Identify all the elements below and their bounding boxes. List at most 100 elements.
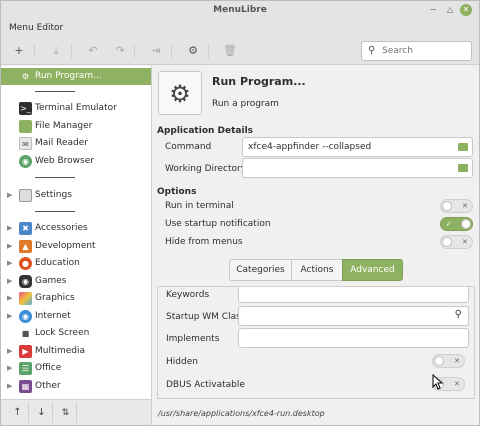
hidden-label: Hidden — [166, 357, 198, 367]
sidebar-item-accessories[interactable]: ▶ ✖ Accessories — [1, 220, 151, 237]
sidebar-item-terminal-emulator[interactable]: >_ Terminal Emulator — [1, 100, 151, 117]
sidebar-item-internet[interactable]: ▶ ◉ Internet — [1, 308, 151, 325]
terminal-icon: >_ — [19, 102, 32, 115]
startup-wm-class-field[interactable]: ⚲ — [238, 306, 469, 326]
editor-pane: ⚙ Run Program... Run a program Applicati… — [153, 66, 479, 425]
expander-icon[interactable]: ▶ — [7, 273, 12, 290]
expander-icon[interactable]: ▶ — [7, 290, 12, 307]
sidebar-item-label: Run Program... — [35, 71, 102, 81]
sidebar-item-other[interactable]: ▶ ▦ Other — [1, 378, 151, 395]
dbus-activatable-label: DBUS Activatable — [166, 380, 245, 390]
toolbar-separator — [171, 44, 172, 58]
sidebar-item-graphics[interactable]: ▶ Graphics — [1, 290, 151, 307]
sidebar-item-label: Mail Reader — [35, 138, 88, 148]
settings-icon — [19, 189, 32, 202]
hide-from-menus-toggle[interactable]: ✕ — [440, 235, 473, 249]
expander-icon[interactable]: ▶ — [7, 378, 12, 395]
expander-icon[interactable]: ▶ — [7, 343, 12, 360]
sidebar-item-file-manager[interactable]: File Manager — [1, 118, 151, 135]
minimize-button[interactable]: − — [427, 4, 439, 16]
sidebar-item-settings[interactable]: ▶ Settings — [1, 187, 151, 204]
toggle-knob — [442, 237, 452, 247]
sidebar-separator — [35, 177, 75, 178]
sidebar-item-office[interactable]: ▶ ☰ Office — [1, 360, 151, 377]
education-icon: ● — [19, 257, 32, 270]
search-box[interactable]: ⚲ — [361, 41, 472, 61]
move-down-icon[interactable]: ↓ — [31, 403, 53, 423]
revert-icon[interactable]: ⇥ — [147, 42, 165, 60]
save-icon[interactable]: ⤓ — [47, 42, 65, 60]
add-icon[interactable]: + — [10, 42, 28, 60]
command-field[interactable]: xfce4-appfinder --collapsed — [242, 137, 473, 157]
accessories-icon: ✖ — [19, 222, 32, 235]
toggle-off-icon: ✕ — [454, 380, 460, 388]
window-title: MenuLibre — [213, 5, 267, 15]
games-icon: ◉ — [19, 275, 32, 288]
executable-test-icon[interactable]: ⚙ — [184, 42, 202, 60]
startup-notification-toggle[interactable]: ✓ — [440, 217, 473, 231]
search-icon[interactable]: ⚲ — [455, 309, 462, 320]
search-icon: ⚲ — [368, 45, 376, 56]
sidebar-item-games[interactable]: ▶ ◉ Games — [1, 273, 151, 290]
advanced-panel: Keywords Startup WM Class ⚲ Implements H… — [157, 286, 475, 399]
tab-categories[interactable]: Categories — [229, 259, 292, 281]
multimedia-icon: ▶ — [19, 345, 32, 358]
run-in-terminal-toggle[interactable]: ✕ — [440, 199, 473, 213]
folder-icon — [19, 120, 32, 133]
expander-icon[interactable]: ▶ — [7, 255, 12, 272]
sidebar-item-development[interactable]: ▶ ▲ Development — [1, 238, 151, 255]
app-comment[interactable]: Run a program — [212, 99, 279, 109]
hide-from-menus-label: Hide from menus — [165, 237, 243, 247]
other-icon: ▦ — [19, 380, 32, 393]
sidebar-item-mail-reader[interactable]: ✉ Mail Reader — [1, 135, 151, 152]
expander-icon[interactable]: ▶ — [7, 308, 12, 325]
sidebar-item-label: Other — [35, 381, 61, 391]
expander-icon[interactable]: ▶ — [7, 238, 12, 255]
tab-advanced[interactable]: Advanced — [342, 259, 403, 281]
implements-field[interactable] — [238, 328, 469, 348]
app-name[interactable]: Run Program... — [212, 75, 306, 88]
startup-notification-label: Use startup notification — [165, 219, 271, 229]
internet-icon: ◉ — [19, 310, 32, 323]
undo-icon[interactable]: ↶ — [84, 42, 102, 60]
keywords-field[interactable] — [238, 287, 469, 303]
maximize-button[interactable]: △ — [444, 4, 456, 16]
command-label: Command — [165, 142, 212, 152]
expander-icon[interactable]: ▶ — [7, 220, 12, 237]
tab-actions[interactable]: Actions — [291, 259, 343, 281]
sidebar-item-multimedia[interactable]: ▶ ▶ Multimedia — [1, 343, 151, 360]
sidebar-item-web-browser[interactable]: ◉ Web Browser — [1, 153, 151, 170]
toggle-knob — [461, 219, 471, 229]
expander-icon[interactable]: ▶ — [7, 187, 12, 204]
sidebar-item-label: Web Browser — [35, 156, 94, 166]
sort-icon[interactable]: ⇅ — [55, 403, 77, 423]
sidebar-item-label: Settings — [35, 190, 72, 200]
startup-wm-class-label: Startup WM Class — [166, 312, 246, 322]
sidebar: ⚙ Run Program... >_ Terminal Emulator Fi… — [1, 66, 152, 399]
sidebar-item-run-program[interactable]: ⚙ Run Program... — [1, 68, 151, 85]
toggle-knob — [434, 356, 444, 366]
working-directory-field[interactable] — [242, 158, 473, 178]
sidebar-item-label: Lock Screen — [35, 328, 90, 338]
move-up-icon[interactable]: ↑ — [7, 403, 29, 423]
toggle-on-icon: ✓ — [446, 220, 452, 228]
sidebar-separator — [35, 91, 75, 92]
redo-icon[interactable]: ↷ — [111, 42, 129, 60]
run-in-terminal-label: Run in terminal — [165, 201, 234, 211]
app-icon-button[interactable]: ⚙ — [158, 71, 202, 115]
search-input[interactable] — [382, 44, 468, 58]
toggle-off-icon: ✕ — [462, 238, 468, 246]
sidebar-separator — [35, 211, 75, 212]
close-button[interactable]: ✕ — [460, 4, 472, 16]
browse-folder-icon[interactable] — [458, 164, 468, 172]
desktop-file-path: /usr/share/applications/xfce4-run.deskto… — [158, 409, 325, 418]
mail-icon: ✉ — [19, 137, 32, 150]
delete-icon[interactable]: 🗑 — [221, 42, 239, 60]
browse-file-icon[interactable] — [458, 143, 468, 151]
sidebar-item-label: Office — [35, 363, 62, 373]
sidebar-item-lock-screen[interactable]: ■ Lock Screen — [1, 325, 151, 342]
sidebar-item-label: Accessories — [35, 223, 88, 233]
hidden-toggle[interactable]: ✕ — [432, 354, 465, 368]
sidebar-item-education[interactable]: ▶ ● Education — [1, 255, 151, 272]
expander-icon[interactable]: ▶ — [7, 360, 12, 377]
